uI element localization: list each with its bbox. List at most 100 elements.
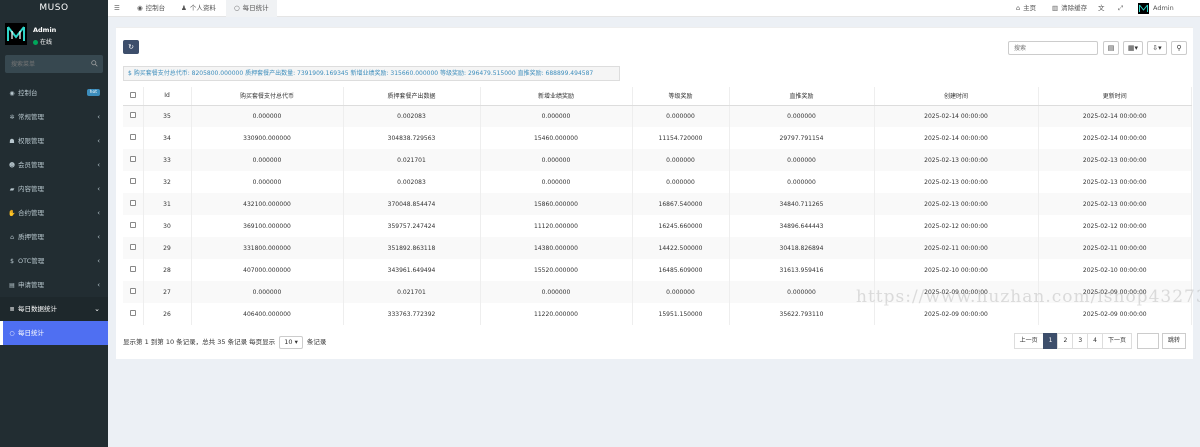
fullscreen-icon[interactable]: ⤢: [1118, 0, 1123, 17]
sidebar-item-daily-statistics[interactable]: ○ 每日统计: [0, 321, 108, 345]
menu-toggle-icon[interactable]: ☰: [114, 0, 120, 17]
column-header[interactable]: 更新时间: [1038, 87, 1192, 106]
tab-profile[interactable]: ♟ 个人资料: [181, 0, 216, 17]
sidebar-item-otc[interactable]: $ OTC管理 ‹: [0, 249, 108, 273]
page-button-4[interactable]: 4: [1087, 333, 1103, 349]
table-cell: 0.000000: [480, 105, 633, 127]
row-select-cell[interactable]: [123, 215, 144, 237]
page-button-3[interactable]: 3: [1072, 333, 1089, 349]
row-select-cell[interactable]: [123, 303, 144, 325]
home-link[interactable]: ⌂ 主页: [1016, 0, 1036, 17]
toggle-view-button[interactable]: ▤: [1103, 41, 1119, 55]
row-select-cell[interactable]: [123, 171, 144, 193]
table-cell: 16485.609000: [632, 259, 730, 281]
row-checkbox[interactable]: [129, 222, 136, 228]
table-cell: 0.000000: [729, 171, 875, 193]
table-cell: 2025-02-13 00:00:00: [1038, 193, 1192, 215]
circle-icon: ○: [9, 330, 15, 337]
language-icon[interactable]: 文: [1098, 0, 1105, 17]
clear-cache-button[interactable]: ▥ 清除缓存: [1052, 0, 1087, 17]
user-name: Admin: [33, 26, 57, 34]
select-all-checkbox[interactable]: [129, 91, 136, 98]
table-cell: 0.002083: [343, 105, 481, 127]
sidebar-item-permissions[interactable]: ☗ 权限管理 ‹: [0, 129, 108, 153]
column-header[interactable]: 新增业绩奖励: [480, 87, 633, 106]
column-header[interactable]: 直推奖励: [729, 87, 875, 106]
user-menu[interactable]: Admin: [1138, 0, 1174, 17]
columns-button[interactable]: ▦▾: [1123, 41, 1143, 55]
page-button-1[interactable]: 1: [1042, 333, 1059, 349]
column-header[interactable]: 质押套餐产出数据: [343, 87, 481, 106]
page-button-2[interactable]: 2: [1057, 333, 1074, 349]
column-header[interactable]: 等级奖励: [632, 87, 730, 106]
row-checkbox[interactable]: [129, 112, 136, 119]
search-icon[interactable]: [91, 60, 98, 67]
table-cell: 15860.000000: [480, 193, 633, 215]
user-menu-label: Admin: [1153, 4, 1174, 12]
table-row[interactable]: 29 331800.000000 351892.863118 14380.000000…: [123, 237, 1192, 259]
pagination-info-suffix: 条记录: [306, 338, 327, 346]
tab-label: 每日统计: [242, 4, 269, 12]
sidebar-item-contracts[interactable]: ✋ 合约管理 ‹: [0, 201, 108, 225]
row-select-cell[interactable]: [123, 105, 144, 127]
sidebar-search-input[interactable]: [5, 55, 103, 73]
next-page-button[interactable]: 下一页: [1101, 333, 1132, 349]
table-cell: 11154.720000: [632, 127, 730, 149]
prev-page-button[interactable]: 上一页: [1013, 333, 1044, 349]
jump-button[interactable]: 跳转: [1161, 333, 1186, 349]
sidebar-item-daily-stats[interactable]: ≣ 每日数据统计 ⌄: [0, 297, 108, 321]
table-cell: 15951.150000: [632, 303, 730, 325]
column-header[interactable]: 购买套餐支付总代币: [191, 87, 344, 106]
chevron-left-icon: ‹: [97, 113, 100, 121]
table-row[interactable]: 28 407000.000000 343961.649494 15520.000000…: [123, 259, 1192, 281]
page-size-select[interactable]: 10 ▾: [279, 336, 303, 349]
column-header[interactable]: Id: [143, 87, 192, 106]
table-row[interactable]: 35 0.000000 0.002083 0.000000 0.000000 0.0000…: [123, 105, 1192, 127]
row-checkbox[interactable]: [129, 310, 136, 316]
row-checkbox[interactable]: [129, 156, 136, 162]
row-checkbox[interactable]: [129, 266, 136, 272]
table-cell: 2025-02-11 00:00:00: [1038, 237, 1192, 259]
table-cell: 2025-02-11 00:00:00: [874, 237, 1039, 259]
row-checkbox[interactable]: [129, 200, 136, 206]
sidebar-item-dashboard[interactable]: ◉ 控制台 hot: [0, 81, 108, 105]
sidebar-item-members[interactable]: ☻ 会员管理 ‹: [0, 153, 108, 177]
sidebar-item-general[interactable]: ✲ 常规管理 ‹: [0, 105, 108, 129]
chevron-left-icon: ‹: [97, 281, 100, 289]
table-row[interactable]: 33 0.000000 0.021701 0.000000 0.000000 0.0000…: [123, 149, 1192, 171]
table-cell: 0.000000: [729, 281, 875, 303]
search-icon: ⚲: [1176, 44, 1182, 52]
row-checkbox[interactable]: [129, 134, 136, 140]
row-checkbox[interactable]: [129, 288, 136, 294]
table-row[interactable]: 34 330900.000000 304838.729563 15460.000000…: [123, 127, 1192, 149]
tab-dashboard[interactable]: ◉ 控制台: [137, 0, 165, 17]
row-select-cell[interactable]: [123, 259, 144, 281]
table-cell: 27: [143, 281, 192, 303]
sidebar-item-label: 内容管理: [18, 185, 44, 193]
table-cell: 31613.959416: [729, 259, 875, 281]
refresh-button[interactable]: ↻: [123, 40, 139, 54]
inbox-icon: ▤: [9, 282, 15, 289]
row-select-cell[interactable]: [123, 149, 144, 171]
select-all-cell[interactable]: [123, 87, 144, 106]
row-select-cell[interactable]: [123, 193, 144, 215]
sidebar-item-content[interactable]: ▰ 内容管理 ‹: [0, 177, 108, 201]
table-search-input[interactable]: [1008, 41, 1098, 55]
table-row[interactable]: 30 369100.000000 359757.247424 11120.000000…: [123, 215, 1192, 237]
table-row[interactable]: 31 432100.000000 370048.854474 15860.000000…: [123, 193, 1192, 215]
advanced-search-button[interactable]: ⚲: [1171, 41, 1187, 55]
app-logo[interactable]: MUSO: [0, 0, 108, 17]
row-select-cell[interactable]: [123, 127, 144, 149]
export-button[interactable]: ⇩▾: [1147, 41, 1167, 55]
table-row[interactable]: 32 0.000000 0.002083 0.000000 0.000000 0.0000…: [123, 171, 1192, 193]
sidebar-item-staking[interactable]: ⌂ 质押管理 ‹: [0, 225, 108, 249]
row-select-cell[interactable]: [123, 281, 144, 303]
tab-daily-statistics[interactable]: ○ 每日统计: [226, 0, 277, 17]
table-cell: 35: [143, 105, 192, 127]
sidebar-item-applications[interactable]: ▤ 申请管理 ‹: [0, 273, 108, 297]
row-select-cell[interactable]: [123, 237, 144, 259]
row-checkbox[interactable]: [129, 178, 136, 184]
row-checkbox[interactable]: [129, 244, 136, 250]
column-header[interactable]: 创建时间: [874, 87, 1039, 106]
jump-page-input[interactable]: [1136, 333, 1159, 349]
